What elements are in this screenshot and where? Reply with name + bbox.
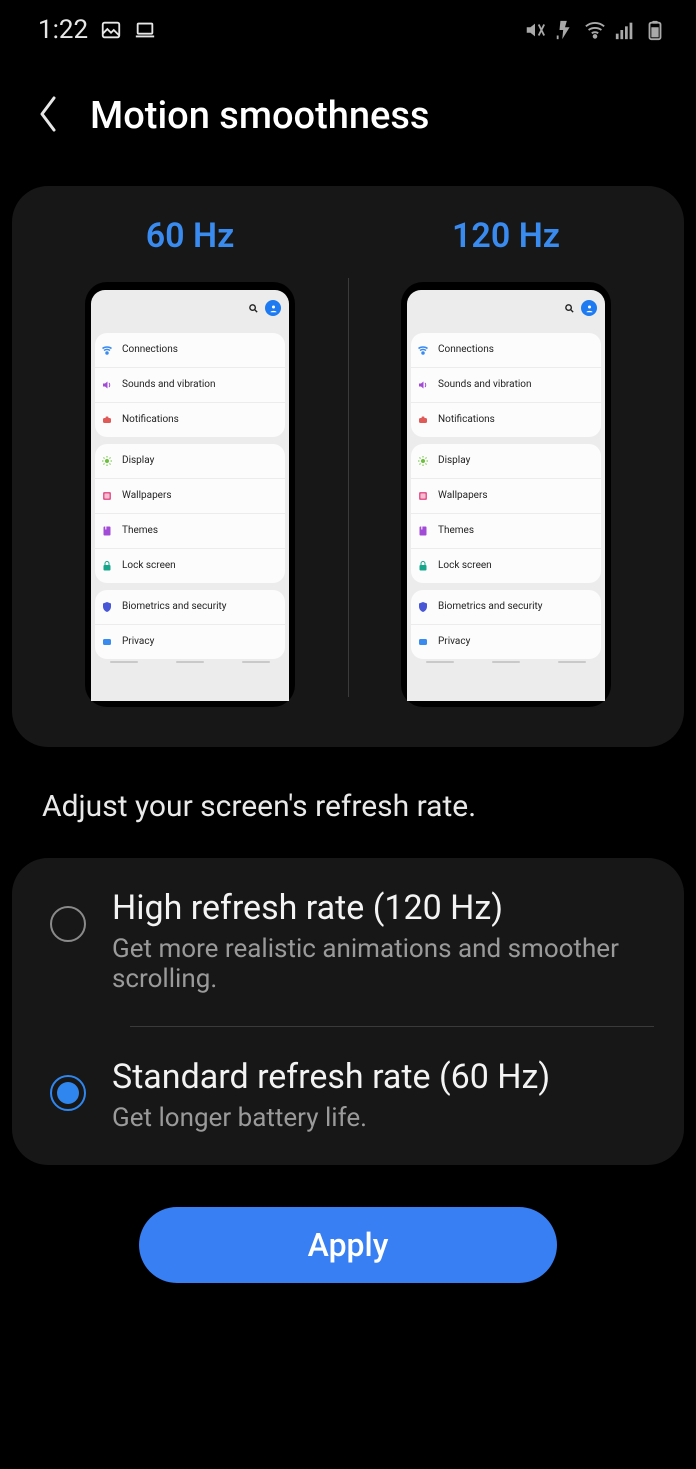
notif-icon	[101, 414, 113, 426]
settings-row-label: Privacy	[122, 637, 154, 647]
search-icon	[248, 299, 259, 318]
radio-standard[interactable]	[50, 1075, 86, 1111]
settings-row: Notifications	[95, 402, 285, 437]
settings-row: Wallpapers	[95, 478, 285, 513]
preview-phone-60hz: Connections Sounds and vibration Notificat…	[85, 282, 295, 707]
user-icon	[265, 300, 281, 316]
status-time: 1:22	[38, 15, 88, 45]
settings-row: Connections	[411, 333, 601, 367]
display-icon	[101, 455, 113, 467]
flash-off-icon	[554, 19, 576, 41]
sound-icon	[417, 379, 429, 391]
search-icon	[564, 299, 575, 318]
shield-icon	[101, 601, 113, 613]
wifi-icon	[101, 344, 113, 356]
notif-icon	[417, 414, 429, 426]
settings-row-label: Lock screen	[122, 561, 176, 571]
description-text: Adjust your screen's refresh rate.	[0, 747, 696, 824]
signal-icon	[614, 19, 636, 41]
settings-row: Sounds and vibration	[95, 367, 285, 402]
options-card: High refresh rate (120 Hz) Get more reali…	[12, 858, 684, 1165]
status-right	[524, 19, 666, 41]
settings-row-label: Connections	[438, 345, 494, 355]
option-subtitle: Get longer battery life.	[112, 1103, 550, 1133]
preview-label-120: 120 Hz	[348, 216, 664, 282]
option-subtitle: Get more realistic animations and smooth…	[112, 934, 656, 994]
privacy-icon	[417, 636, 429, 648]
preview-label-60: 60 Hz	[32, 216, 348, 282]
settings-row: Display	[95, 444, 285, 478]
shield-icon	[417, 601, 429, 613]
settings-row-label: Notifications	[122, 415, 179, 425]
preview-phone-120hz: Connections Sounds and vibration Notificat…	[401, 282, 611, 707]
wifi-icon	[417, 344, 429, 356]
settings-row: Privacy	[411, 624, 601, 659]
option-title: High refresh rate (120 Hz)	[112, 888, 656, 928]
apply-button[interactable]: Apply	[139, 1207, 557, 1283]
lock-icon	[101, 560, 113, 572]
settings-row-label: Display	[122, 456, 154, 466]
settings-row: Notifications	[411, 402, 601, 437]
settings-row: Biometrics and security	[411, 590, 601, 624]
settings-row-label: Wallpapers	[122, 491, 172, 501]
preview-divider	[348, 278, 349, 697]
gallery-icon	[100, 19, 122, 41]
settings-row: Sounds and vibration	[411, 367, 601, 402]
settings-row-label: Wallpapers	[438, 491, 488, 501]
back-button[interactable]	[34, 94, 62, 138]
settings-row: Wallpapers	[411, 478, 601, 513]
mute-vibrate-icon	[524, 19, 546, 41]
preview-card: 60 Hz 120 Hz Connections Sounds and vibra…	[12, 186, 684, 747]
status-left: 1:22	[38, 15, 156, 45]
status-bar: 1:22	[0, 0, 696, 60]
option-high[interactable]: High refresh rate (120 Hz) Get more reali…	[12, 858, 684, 1026]
settings-row-label: Privacy	[438, 637, 470, 647]
settings-row-label: Display	[438, 456, 470, 466]
wall-icon	[101, 490, 113, 502]
battery-icon	[644, 19, 666, 41]
themes-icon	[417, 525, 429, 537]
settings-row: Themes	[95, 513, 285, 548]
settings-row: Display	[411, 444, 601, 478]
settings-row-label: Sounds and vibration	[438, 380, 532, 390]
laptop-icon	[134, 19, 156, 41]
privacy-icon	[101, 636, 113, 648]
display-icon	[417, 455, 429, 467]
option-standard[interactable]: Standard refresh rate (60 Hz) Get longer …	[12, 1027, 684, 1165]
settings-row-label: Biometrics and security	[438, 602, 543, 612]
settings-row-label: Connections	[122, 345, 178, 355]
wifi-icon	[584, 19, 606, 41]
radio-high[interactable]	[50, 906, 86, 942]
settings-row: Connections	[95, 333, 285, 367]
settings-row-label: Sounds and vibration	[122, 380, 216, 390]
settings-row: Biometrics and security	[95, 590, 285, 624]
themes-icon	[101, 525, 113, 537]
option-title: Standard refresh rate (60 Hz)	[112, 1057, 550, 1097]
settings-row-label: Themes	[122, 526, 158, 536]
settings-row: Lock screen	[95, 548, 285, 583]
settings-row-label: Biometrics and security	[122, 602, 227, 612]
page-title: Motion smoothness	[90, 94, 429, 138]
sound-icon	[101, 379, 113, 391]
settings-row-label: Themes	[438, 526, 474, 536]
wall-icon	[417, 490, 429, 502]
settings-row-label: Notifications	[438, 415, 495, 425]
settings-row-label: Lock screen	[438, 561, 492, 571]
user-icon	[581, 300, 597, 316]
settings-row: Lock screen	[411, 548, 601, 583]
page-header: Motion smoothness	[0, 60, 696, 168]
settings-row: Themes	[411, 513, 601, 548]
lock-icon	[417, 560, 429, 572]
settings-row: Privacy	[95, 624, 285, 659]
